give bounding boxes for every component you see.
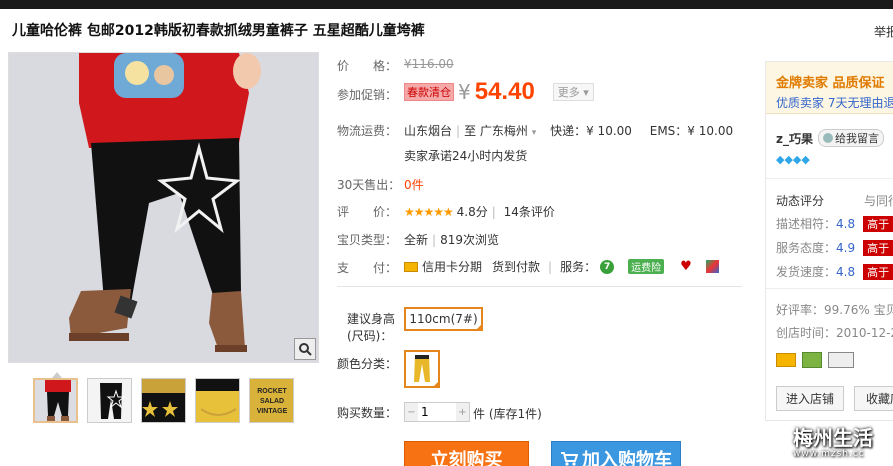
dsr-row-desc[interactable]: 描述相符：4.8 高于 [776, 215, 893, 232]
shop-badges [776, 352, 854, 368]
rating-score: 4.8分 [456, 205, 488, 219]
thumbnail-5[interactable]: ROCKET SALAD VINTAGE [249, 378, 294, 423]
site-watermark: 梅州生活 www.mzsh.cc [793, 426, 873, 459]
thumbnail-strip: ROCKET SALAD VINTAGE [33, 378, 294, 423]
height-label-1: 建议身高 [347, 312, 396, 326]
favorite-shop-button[interactable]: 收藏店 [854, 386, 893, 411]
shipping-label: 物流运费： [337, 124, 398, 138]
express-fee: 快递：¥ 10.00 [550, 124, 632, 138]
thumbnail-2[interactable] [87, 378, 132, 423]
quantity-plus-button[interactable]: + [456, 403, 469, 421]
gold-seller-title: 金牌卖家 品质保证 [776, 76, 885, 91]
ship-to-select[interactable]: 广东梅州 ▾ [480, 124, 536, 138]
ship-from: 山东烟台 [404, 124, 453, 138]
chevron-down-icon: ▾ [531, 128, 537, 138]
gift-icon[interactable] [802, 352, 822, 368]
service-label: 服务： [560, 260, 597, 274]
product-title: 儿童哈伦裤 包邮2012韩版初春款抓绒男童裤子 五星超酷儿童垮裤 [12, 23, 425, 39]
add-to-cart-button[interactable]: 加入购物车 [551, 441, 681, 466]
top-bar [0, 0, 893, 9]
dsr-row-service[interactable]: 服务态度：4.9 高于 [776, 239, 893, 256]
installment-link[interactable]: 信用卡分期 [422, 258, 482, 275]
shop-divider [766, 288, 893, 289]
dsr-row-shipping[interactable]: 发货速度：4.8 高于 [776, 263, 893, 280]
promo-tag: 春款清仓 [404, 83, 454, 101]
selected-check-icon [432, 380, 440, 388]
credit-card-icon[interactable] [776, 353, 796, 367]
rating-label: 评 价： [337, 205, 398, 219]
verified-store-icon[interactable] [828, 352, 854, 368]
promo-price: 54.40 [474, 78, 535, 105]
rating-info: ★★★★★ 4.8分 | 14条评价 [404, 205, 555, 219]
payment-label: 支 付： [337, 261, 398, 275]
stock-info: 件 (库存1件) [473, 407, 542, 421]
dsr-title: 动态评分 [776, 194, 825, 208]
item-type-label: 宝贝类型： [337, 233, 398, 247]
more-promos-button[interactable]: 更多 ▾ [552, 83, 594, 101]
svg-text:VINTAGE: VINTAGE [257, 408, 288, 415]
credit-card-icon [404, 261, 418, 272]
shop-created: 创店时间：2010-12-21 [776, 326, 893, 340]
sales-count: 0件 [404, 178, 424, 192]
quantity-label: 购买数量： [337, 406, 398, 420]
magnifier-icon [299, 343, 312, 356]
price-label: 价 格： [337, 59, 398, 73]
gold-seller-sub: 优质卖家 7天无理由退 [776, 96, 893, 110]
review-count-link[interactable]: 14条评价 [504, 205, 555, 219]
heart-service-icon[interactable]: ♥ [680, 259, 692, 274]
color-option-yellow[interactable] [404, 350, 440, 388]
ship-promise: 卖家承诺24小时内发货 [404, 149, 528, 163]
shop-divider [766, 178, 893, 179]
seller-name[interactable]: z_巧果 [776, 130, 813, 147]
size-option-110[interactable]: 110cm(7#) [404, 307, 483, 331]
thumbnail-3[interactable] [141, 378, 186, 423]
sales-label: 30天售出： [337, 178, 401, 192]
original-price: ¥116.00 [404, 57, 454, 71]
seven-day-icon[interactable]: 7 [600, 259, 615, 274]
height-label-2: (尺码)： [347, 329, 393, 343]
thumbnail-4[interactable] [195, 378, 240, 423]
shipping-info: 山东烟台 | 至 广东梅州 ▾ 快递：¥ 10.00 EMS：¥ 10.00 [404, 124, 734, 138]
currency-symbol: ¥ [458, 80, 471, 104]
good-rate: 好评率：99.76% 宝贝数 [776, 303, 893, 317]
chat-icon [823, 133, 833, 143]
message-button[interactable]: 给我留言 [818, 129, 884, 147]
shop-panel: 金牌卖家 品质保证 优质卖家 7天无理由退 z_巧果 给我留言 ◆◆◆◆ 动态评… [765, 61, 893, 421]
gold-seller-banner[interactable]: 金牌卖家 品质保证 优质卖家 7天无理由退 [766, 62, 893, 114]
buy-now-button[interactable]: 立刻购买 [404, 441, 529, 466]
quantity-input[interactable] [418, 403, 456, 421]
promo-label: 参加促销： [337, 88, 398, 102]
cod-link[interactable]: 货到付款 [492, 258, 540, 275]
freight-insurance-badge[interactable]: 运费险 [628, 259, 665, 274]
quantity-minus-button[interactable]: − [405, 403, 418, 421]
main-product-image[interactable] [8, 52, 319, 363]
selected-check-icon [475, 323, 483, 331]
ems-fee: EMS：¥ 10.00 [649, 124, 734, 138]
divider [337, 286, 742, 287]
svg-text:SALAD: SALAD [260, 398, 284, 405]
seller-level-diamonds: ◆◆◆◆ [776, 153, 810, 166]
enter-shop-button[interactable]: 进入店铺 [776, 386, 844, 411]
promo-price-block: 春款清仓 ¥ 54.40 更多 ▾ [404, 78, 594, 106]
quantity-stepper: − + [404, 402, 470, 422]
seller-row: z_巧果 给我留言 [776, 129, 884, 147]
rating-stars: ★★★★★ [404, 205, 454, 219]
payment-info: 信用卡分期 货到付款 | 服务： 7 运费险 ♥ [404, 258, 719, 275]
quality-service-icon[interactable] [705, 260, 719, 273]
cart-icon [561, 452, 578, 466]
svg-text:ROCKET: ROCKET [257, 388, 287, 395]
dsr-compare: 与同行 [864, 194, 893, 208]
zoom-button[interactable] [294, 338, 316, 360]
color-label: 颜色分类： [337, 357, 398, 371]
thumbnail-1[interactable] [33, 378, 78, 423]
report-link[interactable]: 举报 [874, 23, 893, 40]
item-type-info: 全新 | 819次浏览 [404, 233, 499, 247]
